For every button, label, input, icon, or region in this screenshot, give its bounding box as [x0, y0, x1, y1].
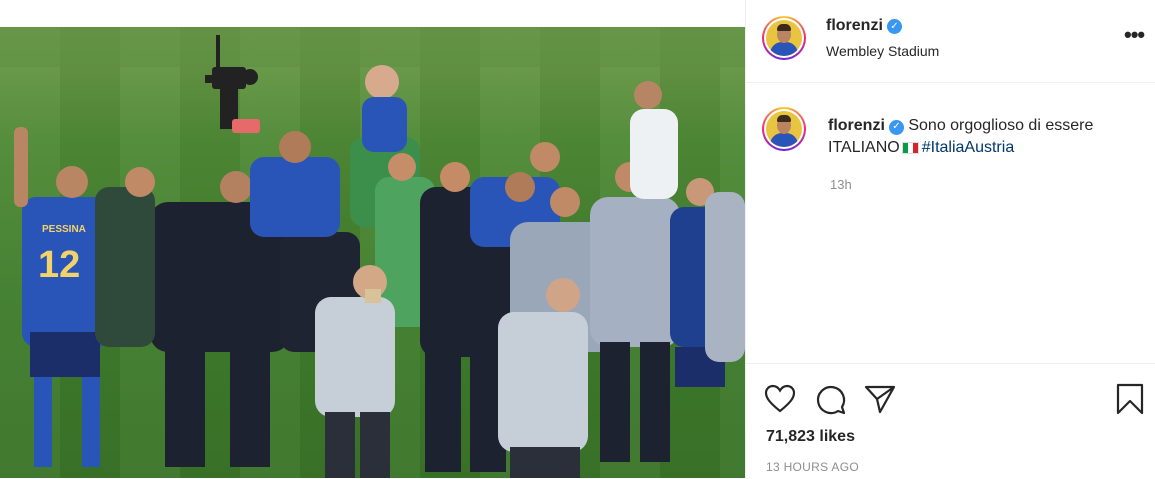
header-username[interactable]: florenzi [826, 17, 883, 34]
more-icon[interactable]: ••• [1124, 24, 1145, 46]
jersey-name: PESSINA [42, 224, 86, 235]
caption-username[interactable]: florenzi [828, 117, 885, 134]
photo-scene: PESSINA 12 [0, 27, 745, 478]
share-icon[interactable] [864, 384, 896, 414]
avatar-image [766, 20, 802, 56]
location-link[interactable]: Wembley Stadium [826, 43, 939, 59]
post-time-ago[interactable]: 13 HOURS AGO [766, 460, 859, 474]
italy-flag-icon [901, 142, 919, 154]
caption-verified-icon: ✓ [888, 119, 904, 135]
actions-bar: 71,823 likes 13 HOURS AGO [746, 363, 1155, 479]
comments-area: florenzi ✓ Sono orgoglioso di essere ITAL… [746, 83, 1155, 363]
verified-icon: ✓ [886, 19, 902, 34]
jersey-number: 12 [38, 244, 80, 286]
post-photo[interactable]: PESSINA 12 [0, 27, 745, 478]
comment-icon[interactable] [815, 384, 847, 416]
heart-icon[interactable] [764, 384, 796, 414]
caption-avatar[interactable] [762, 107, 806, 151]
post-caption: florenzi ✓ Sono orgoglioso di essere ITAL… [828, 115, 1138, 159]
post-header: florenzi ✓ Wembley Stadium ••• [746, 0, 1155, 83]
hashtag-link[interactable]: #ItaliaAustria [922, 139, 1015, 156]
likes-count[interactable]: 71,823 likes [766, 428, 855, 446]
caption-avatar-image [766, 111, 802, 147]
header-user: florenzi ✓ [826, 17, 902, 35]
caption-timestamp[interactable]: 13h [830, 177, 852, 192]
bookmark-icon[interactable] [1115, 383, 1145, 415]
photo-top-strip [0, 0, 745, 27]
avatar[interactable] [762, 16, 806, 60]
